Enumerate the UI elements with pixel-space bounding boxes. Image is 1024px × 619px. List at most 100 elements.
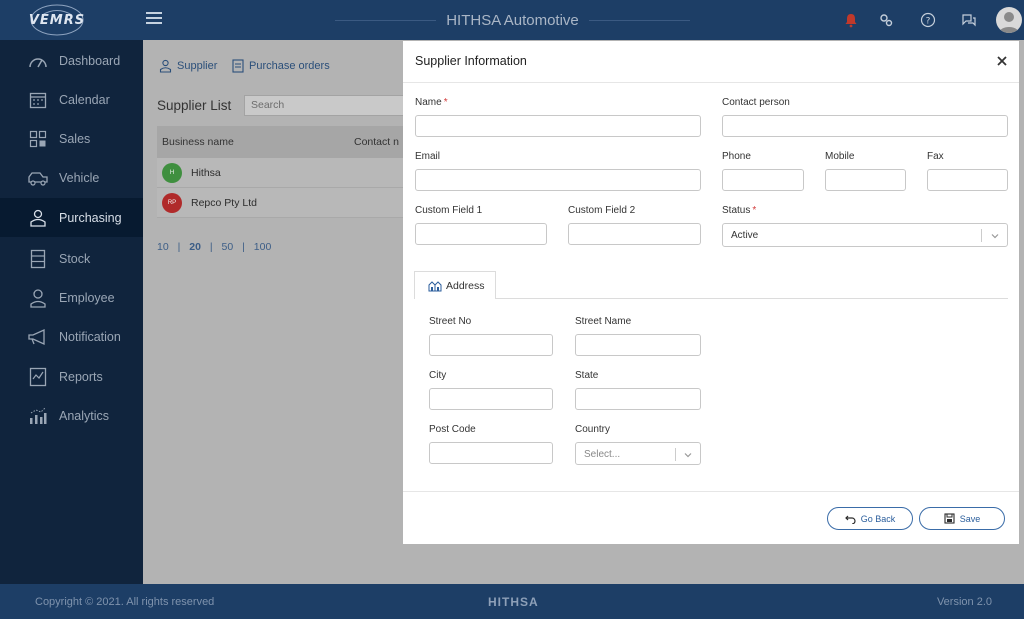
supplier-table: Business name Contact n H Hithsa RP Repc… <box>157 126 427 218</box>
post-code-field[interactable] <box>429 442 553 464</box>
version-text: Version 2.0 <box>936 596 992 608</box>
chevron-down-icon <box>990 231 1000 241</box>
street-no-label: Street No <box>429 316 472 327</box>
sidebar-item-vehicle[interactable]: Vehicle <box>0 158 143 197</box>
app-title: HITHSA Automotive <box>446 11 579 29</box>
sidebar-item-label: Calendar <box>59 92 110 107</box>
page-size-option[interactable]: 50 <box>222 241 234 253</box>
sidebar-item-stock[interactable]: Stock <box>0 239 143 278</box>
street-no-field[interactable] <box>429 334 553 356</box>
calendar-icon <box>26 89 50 111</box>
tab-supplier[interactable]: Supplier <box>159 59 217 73</box>
copyright-text: Copyright © 2021. All rights reserved <box>35 596 215 608</box>
sidebar-item-label: Sales <box>59 131 91 146</box>
table-row[interactable]: H Hithsa <box>157 158 427 188</box>
sidebar-item-sales[interactable]: Sales <box>0 119 143 158</box>
menu-icon[interactable] <box>146 10 162 26</box>
state-field[interactable] <box>575 388 701 410</box>
sidebar-item-analytics[interactable]: Analytics <box>0 396 143 435</box>
app-title-bar: HITHSA Automotive <box>335 8 690 32</box>
search-input[interactable]: Search <box>244 95 414 116</box>
go-back-label: Go Back <box>860 513 896 524</box>
purchase-orders-icon <box>232 59 244 73</box>
help-icon[interactable]: ? <box>917 9 939 31</box>
close-icon[interactable] <box>995 54 1009 68</box>
supplier-icon <box>159 59 172 73</box>
vehicle-icon <box>26 167 50 189</box>
mobile-field[interactable] <box>825 169 906 191</box>
dialog-footer-divider <box>403 491 1019 492</box>
sidebar-item-label: Vehicle <box>59 170 100 185</box>
analytics-icon <box>26 405 50 427</box>
status-value: Active <box>731 230 759 241</box>
business-name: Repco Pty Ltd <box>191 196 257 209</box>
fax-field[interactable] <box>927 169 1008 191</box>
purchasing-icon <box>26 207 50 229</box>
top-bar: VEMRS HITHSA Automotive ? <box>0 0 1024 40</box>
status-label: Status * <box>722 205 757 216</box>
name-field[interactable] <box>415 115 701 137</box>
save-label: Save <box>959 513 981 524</box>
sidebar: Dashboard Calendar Sales Vehicle Purchas… <box>0 40 143 584</box>
contact-person-field[interactable] <box>722 115 1008 137</box>
go-back-button[interactable]: Go Back <box>827 507 913 530</box>
address-icon <box>428 280 442 292</box>
sidebar-item-notification[interactable]: Notification <box>0 317 143 356</box>
chat-icon[interactable] <box>958 9 980 31</box>
custom-field-2-label: Custom Field 2 <box>568 205 636 216</box>
street-name-label: Street Name <box>575 316 632 327</box>
settings-icon[interactable] <box>875 9 897 31</box>
status-select[interactable]: Active <box>722 223 1008 247</box>
phone-field[interactable] <box>722 169 804 191</box>
dialog-title: Supplier Information <box>415 54 527 68</box>
sidebar-item-label: Employee <box>59 290 115 305</box>
user-avatar-icon[interactable] <box>996 7 1022 33</box>
email-label: Email <box>415 151 441 162</box>
tab-address[interactable]: Address <box>414 271 496 299</box>
custom-field-2-input[interactable] <box>568 223 701 245</box>
reports-icon <box>26 366 50 388</box>
tab-label: Supplier <box>177 60 218 72</box>
column-header-business-name[interactable]: Business name <box>157 136 354 148</box>
post-code-label: Post Code <box>429 424 476 435</box>
country-placeholder: Select... <box>584 449 621 460</box>
sidebar-item-dashboard[interactable]: Dashboard <box>0 41 143 80</box>
mobile-label: Mobile <box>825 151 855 162</box>
undo-icon <box>844 514 856 524</box>
phone-label: Phone <box>722 151 751 162</box>
table-row[interactable]: RP Repco Pty Ltd <box>157 188 427 218</box>
custom-field-1-label: Custom Field 1 <box>415 205 483 216</box>
business-name: Hithsa <box>191 166 221 179</box>
page-title: Supplier List <box>157 98 232 113</box>
sidebar-item-calendar[interactable]: Calendar <box>0 80 143 119</box>
page-size-option[interactable]: 100 <box>254 241 272 253</box>
city-label: City <box>429 370 447 381</box>
country-select[interactable]: Select... <box>575 442 701 465</box>
sidebar-item-employee[interactable]: Employee <box>0 278 143 317</box>
save-icon <box>944 513 955 524</box>
dashboard-icon <box>26 50 50 72</box>
pagination: 10 | 20 | 50 | 100 <box>157 241 272 253</box>
city-field[interactable] <box>429 388 553 410</box>
custom-field-1-input[interactable] <box>415 223 547 245</box>
notification-bell-icon[interactable] <box>840 9 862 31</box>
sidebar-item-reports[interactable]: Reports <box>0 357 143 396</box>
page-size-option[interactable]: 10 <box>157 241 169 253</box>
tab-divider <box>495 298 1008 299</box>
chevron-down-icon <box>683 450 693 460</box>
email-field[interactable] <box>415 169 701 191</box>
country-label: Country <box>575 424 611 435</box>
svg-text:?: ? <box>926 17 931 27</box>
tab-purchase-orders[interactable]: Purchase orders <box>232 59 330 73</box>
avatar: RP <box>162 192 182 213</box>
contact-person-label: Contact person <box>722 97 790 108</box>
save-button[interactable]: Save <box>919 507 1005 530</box>
avatar: H <box>162 162 182 183</box>
page-size-option-selected[interactable]: 20 <box>189 241 201 253</box>
street-name-field[interactable] <box>575 334 701 356</box>
logo-text: VEMRS <box>28 12 86 28</box>
sidebar-item-label: Analytics <box>59 408 110 423</box>
megaphone-icon <box>26 326 50 348</box>
sidebar-item-purchasing[interactable]: Purchasing <box>0 198 143 237</box>
app-logo[interactable]: VEMRS <box>28 3 86 37</box>
